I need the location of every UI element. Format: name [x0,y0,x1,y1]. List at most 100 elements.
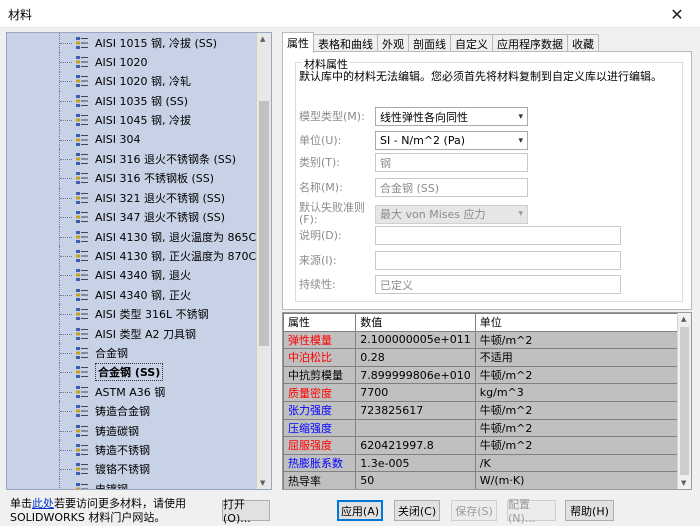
tree-item[interactable]: AISI 1045 钢, 冷拔 [7,110,257,130]
property-value[interactable]: 7700 [355,383,476,402]
tree-item[interactable]: 铸造碳钢 [7,420,257,441]
table-row[interactable]: 屈服强度 620421997.8 牛顿/m^2 [283,436,679,455]
property-unit[interactable]: /K [474,453,679,473]
material-portal-link[interactable]: 此处 [32,497,54,510]
tree-connector [60,159,72,161]
table-row[interactable]: 热导率 50 W/(m·K) [283,471,679,489]
tab-strip: 属性 表格和曲线 外观 剖面线 自定义 应用程序数据 收藏 [282,32,599,53]
property-unit[interactable]: 牛顿/m^2 [474,400,679,420]
tree-item[interactable]: 合金钢 (SS) [7,362,257,383]
sustainability-label: 持续性: [299,277,336,291]
table-scrollbar[interactable]: ▲ ▼ [677,313,691,489]
table-row[interactable]: 热膨胀系数 1.3e-005/K [283,453,679,473]
name-field: 合金钢 (SS) [375,178,528,197]
tree-item[interactable]: AISI 316 退火不锈钢条 (SS) [7,149,257,169]
tree-item[interactable]: AISI 1015 钢, 冷拔 (SS) [7,33,257,53]
property-value[interactable] [355,418,476,438]
property-value[interactable]: 1.3e-005 [355,453,476,473]
property-unit[interactable]: W/(m·K) [474,471,679,489]
tab-5[interactable]: 应用程序数据 [492,34,568,52]
tree-item-label: AISI 1045 钢, 冷拔 [95,114,191,128]
tree-item[interactable]: ASTM A36 钢 [7,382,257,402]
tab-0[interactable]: 属性 [282,32,314,53]
tree-item-label: AISI 316 退火不锈钢条 (SS) [95,153,237,167]
scroll-up-icon[interactable]: ▲ [681,315,686,323]
tree-item[interactable]: AISI 4340 钢, 退火 [7,265,257,286]
tree-scrollbar[interactable]: ▲ ▼ [256,33,271,489]
name-row: 名称(M): 合金钢 (SS) [299,178,528,197]
model-type-select[interactable]: 线性弹性各向同性 ▾ [375,107,528,126]
close-icon[interactable]: ✕ [654,0,700,28]
open-button[interactable]: 打开(O)... [222,498,270,525]
tree-item[interactable]: AISI 1020 [7,52,257,72]
tree-item[interactable]: AISI 1035 钢 (SS) [7,91,257,111]
tab-1[interactable]: 表格和曲线 [313,34,378,52]
tab-6[interactable]: 收藏 [567,34,599,52]
property-value[interactable]: 7.899999806e+010 [355,365,476,385]
tree-item[interactable]: 铸造合金钢 [7,401,257,421]
property-name: 压缩强度 [283,418,357,438]
table-row[interactable]: 中抗剪模量 7.899999806e+010 牛顿/m^2 [283,365,679,385]
property-value[interactable]: 723825617 [355,400,476,420]
category-label: 类别(T): [299,155,341,169]
tree-item-label: 合金钢 [95,346,128,360]
tree-item[interactable]: AISI 类型 316L 不锈钢 [7,304,257,324]
property-value[interactable]: 2.100000005e+011 [355,330,476,350]
tab-3[interactable]: 剖面线 [408,34,451,52]
property-unit[interactable]: 牛顿/m^2 [474,418,679,438]
tree-item[interactable]: AISI 304 [7,129,257,150]
property-value[interactable]: 620421997.8 [355,436,476,455]
failure-criterion-label: 默认失败准则(F): [299,201,365,226]
tree-item[interactable]: AISI 4130 钢, 退火温度为 865C [7,226,257,247]
tree-item[interactable]: 镀铬不锈钢 [7,459,257,479]
chevron-down-icon: ▾ [518,135,523,146]
tree-item[interactable]: AISI 4340 钢, 正火 [7,285,257,305]
tree-item-label: AISI 4130 钢, 退火温度为 865C [95,230,257,244]
header-unit: 单位 [474,313,679,332]
table-scroll-thumb[interactable] [680,327,689,475]
scroll-down-icon[interactable]: ▼ [681,479,686,487]
tree-connector [60,81,72,83]
tree-connector [60,391,72,393]
read-only-notice: 默认库中的材料无法编辑。您必须首先将材料复制到自定义库以进行编辑。 [299,70,662,83]
units-select[interactable]: SI - N/m^2 (Pa) ▾ [375,131,528,150]
tab-2[interactable]: 外观 [377,34,409,52]
property-unit[interactable]: 牛顿/m^2 [474,330,679,350]
property-unit[interactable]: 牛顿/m^2 [474,436,679,455]
property-table[interactable]: 属性 数值 单位 弹性模量 2.100000005e+011 牛顿/m^2 中泊松比 0… [282,312,692,490]
tree-item[interactable]: AISI 4130 钢, 正火温度为 870C [7,246,257,266]
category-field: 钢 [375,153,528,172]
property-unit[interactable]: 不适用 [474,348,679,367]
scroll-down-icon[interactable]: ▼ [260,479,265,487]
material-tree-list: AISI 1015 钢, 冷拔 (SS) AISI 1020 AISI 1020 钢… [7,33,257,489]
apply-button[interactable]: 应用(A) [337,500,383,521]
tree-item[interactable]: AISI 316 不锈钢板 (SS) [7,168,257,189]
tab-4[interactable]: 自定义 [450,34,493,52]
tree-item-label: AISI 1020 钢, 冷轧 [95,75,191,89]
property-unit[interactable]: 牛顿/m^2 [474,365,679,385]
tree-item[interactable]: AISI 347 退火不锈钢 (SS) [7,207,257,227]
close-button[interactable]: 关闭(C) [394,500,440,521]
tree-item[interactable]: 铸造不锈钢 [7,440,257,460]
property-unit[interactable]: kg/m^3 [474,383,679,402]
tree-item[interactable]: AISI 1020 钢, 冷轧 [7,71,257,92]
table-row[interactable]: 质量密度 7700 kg/m^3 [283,383,679,402]
table-row[interactable]: 压缩强度 牛顿/m^2 [283,418,679,438]
table-row[interactable]: 弹性模量 2.100000005e+011 牛顿/m^2 [283,330,679,350]
tree-item[interactable]: AISI 类型 A2 刀具钢 [7,323,257,344]
scroll-up-icon[interactable]: ▲ [260,35,265,43]
tree-item-label: 铸造碳钢 [95,424,139,438]
failure-criterion-select: 最大 von Mises 应力 ▾ [375,204,528,224]
material-tree[interactable]: AISI 1015 钢, 冷拔 (SS) AISI 1020 AISI 1020 钢… [6,32,272,490]
tree-item[interactable]: AISI 321 退火不锈钢 (SS) [7,188,257,208]
property-value[interactable]: 0.28 [355,348,476,367]
tree-item[interactable]: 合金钢 [7,343,257,363]
help-button[interactable]: 帮助(H) [565,500,614,521]
tree-item[interactable]: 电镀钢 [7,478,257,489]
description-field [375,226,621,245]
name-label: 名称(M): [299,180,343,194]
tree-scroll-thumb[interactable] [259,101,269,346]
table-row[interactable]: 张力强度 723825617 牛顿/m^2 [283,400,679,420]
table-row[interactable]: 中泊松比 0.28 不适用 [283,348,679,367]
property-value[interactable]: 50 [355,471,476,489]
